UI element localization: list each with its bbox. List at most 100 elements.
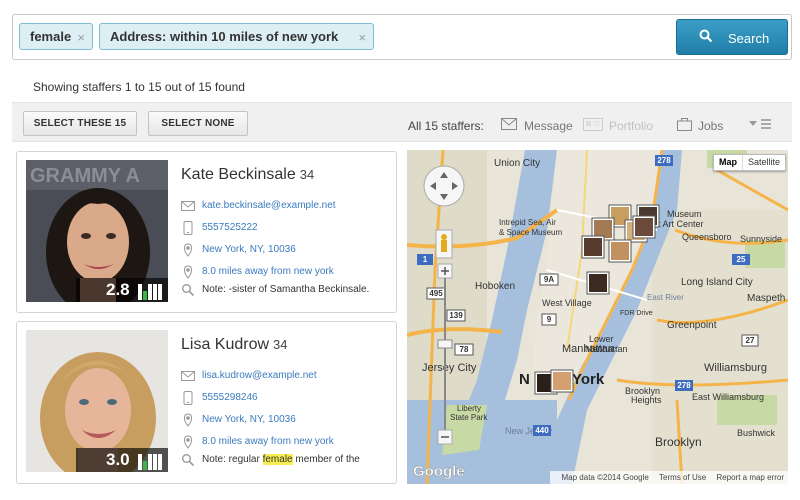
note-text-part: Note: regular: [202, 454, 263, 465]
google-logo: Google: [413, 463, 465, 480]
envelope-icon: [181, 201, 195, 211]
map-label: Maspeth: [747, 293, 785, 304]
map-label: Williamsburg: [704, 362, 767, 374]
briefcase-icon: [677, 118, 692, 131]
map-label: Union City: [494, 158, 540, 169]
map-label: East Williamsburg: [692, 392, 764, 402]
pegman-icon[interactable]: [435, 229, 453, 259]
route-shield: 495: [429, 289, 443, 298]
note-text-part: member of the: [292, 454, 360, 465]
route-shield: 139: [449, 311, 463, 320]
route-shield: 25: [737, 255, 746, 264]
search-button-label: Search: [728, 31, 770, 46]
map-label: Hoboken: [475, 281, 515, 292]
rating-badge: 3.0: [76, 448, 168, 472]
map-label: York: [572, 371, 605, 388]
route-shield: 9: [547, 315, 552, 324]
map-label: Queensboro: [682, 232, 732, 242]
distance-link[interactable]: 8.0 miles away from new york: [202, 436, 334, 447]
filter-chip-label: Address: within 10 miles of new york: [110, 29, 339, 44]
staffer-card[interactable]: 3.0 Lisa Kudrow 34 lisa.kudrow@example.ne…: [16, 321, 397, 484]
map-label: State Park: [450, 413, 488, 422]
map-label: Intrepid Sea, Air: [499, 218, 556, 227]
map-label: Liberty: [457, 404, 481, 413]
portfolio-icon: [583, 118, 603, 131]
remove-filter-icon[interactable]: ×: [358, 30, 366, 45]
map-label: FDR Drive: [620, 310, 653, 317]
email-link[interactable]: kate.beckinsale@example.net: [202, 200, 336, 211]
phone-link[interactable]: 5555298246: [202, 392, 258, 403]
note-text: Note: regular female member of the: [202, 454, 360, 465]
view-options-icon[interactable]: [748, 118, 772, 130]
map-view[interactable]: Union City Intrepid Sea, Air & Space Mus…: [407, 150, 788, 484]
rating-bars: [137, 282, 162, 300]
select-all-button[interactable]: SELECT THESE 15: [23, 111, 137, 136]
rating-bars: [137, 452, 162, 470]
note-highlight: female: [262, 454, 293, 465]
report-map-error-link[interactable]: Report a map error: [716, 473, 784, 482]
map-type-control[interactable]: Map Satellite: [712, 154, 786, 171]
map-label: Brooklyn: [655, 435, 702, 449]
staffer-name[interactable]: Lisa Kudrow 34: [181, 336, 288, 354]
phone-icon: [183, 391, 193, 405]
route-shield: 278: [677, 381, 691, 390]
map-pin-icon: [183, 265, 193, 279]
all-staffers-label: All 15 staffers:: [408, 119, 484, 133]
map-pan-control[interactable]: [423, 165, 465, 207]
rating-value: 3.0: [106, 450, 130, 469]
map-label: West Village: [542, 298, 592, 308]
route-shield: 278: [657, 156, 671, 165]
staffer-name[interactable]: Kate Beckinsale 34: [181, 166, 314, 184]
rating-value: 2.8: [106, 280, 130, 299]
search-icon: [182, 284, 195, 297]
results-summary: Showing staffers 1 to 15 out of 15 found: [33, 80, 245, 94]
staffer-photo[interactable]: 3.0: [26, 330, 168, 472]
phone-link[interactable]: 5557525222: [202, 222, 258, 233]
map-label: Greenpoint: [667, 320, 717, 331]
route-shield: 9A: [544, 275, 554, 284]
map-label: Long Island City: [681, 277, 753, 288]
map-label: Heights: [631, 395, 662, 405]
location-link[interactable]: New York, NY, 10036: [202, 244, 296, 255]
toolbar: SELECT THESE 15 SELECT NONE All 15 staff…: [12, 102, 792, 142]
map-label: Museum: [667, 209, 702, 219]
search-icon: [699, 29, 713, 43]
email-link[interactable]: lisa.kudrow@example.net: [202, 370, 317, 381]
map-label: Lower: [589, 334, 614, 344]
distance-link[interactable]: 8.0 miles away from new york: [202, 266, 334, 277]
search-button[interactable]: Search: [676, 19, 788, 55]
search-box[interactable]: female × Address: within 10 miles of new…: [12, 14, 792, 60]
remove-filter-icon[interactable]: ×: [77, 30, 85, 45]
backdrop-text: GRAMMY A: [30, 165, 140, 187]
select-none-button[interactable]: SELECT NONE: [148, 111, 248, 136]
map-label: East River: [647, 293, 684, 302]
filter-chip-gender: female ×: [19, 23, 93, 50]
route-shield: 78: [460, 345, 469, 354]
location-link[interactable]: New York, NY, 10036: [202, 414, 296, 425]
terms-of-use-link[interactable]: Terms of Use: [659, 473, 706, 482]
search-icon: [182, 454, 195, 467]
map-data-credit: Map data ©2014 Google: [561, 473, 649, 482]
portfolio-action[interactable]: Portfolio: [609, 119, 653, 133]
staffer-name-text: Kate Beckinsale: [181, 166, 296, 183]
map-type-satellite-button[interactable]: Satellite: [743, 155, 785, 170]
message-action[interactable]: Message: [524, 119, 573, 133]
jobs-action[interactable]: Jobs: [698, 119, 723, 133]
filter-chip-label: female: [30, 29, 72, 44]
envelope-icon: [181, 371, 195, 381]
staffer-card[interactable]: GRAMMY A 2.8 Kate Beckinsale 34 kate.beck…: [16, 151, 397, 313]
map-label: Manhattan: [585, 344, 628, 354]
note-text: Note: -sister of Samantha Beckinsale.: [202, 284, 370, 295]
map-footer: Map data ©2014 Google Terms of Use Repor…: [549, 471, 788, 484]
map-canvas[interactable]: Union City Intrepid Sea, Air & Space Mus…: [407, 150, 788, 484]
staffer-photo[interactable]: GRAMMY A 2.8: [26, 160, 168, 302]
route-shield: 27: [746, 336, 755, 345]
map-type-map-button[interactable]: Map: [714, 155, 743, 170]
envelope-icon: [501, 118, 517, 130]
map-pin-icon: [183, 435, 193, 449]
filter-chip-address: Address: within 10 miles of new york ×: [99, 23, 374, 50]
route-shield: 1: [423, 255, 428, 264]
staffer-name-text: Lisa Kudrow: [181, 336, 270, 353]
route-shield: 440: [535, 426, 549, 435]
map-label: Jersey City: [422, 362, 477, 374]
